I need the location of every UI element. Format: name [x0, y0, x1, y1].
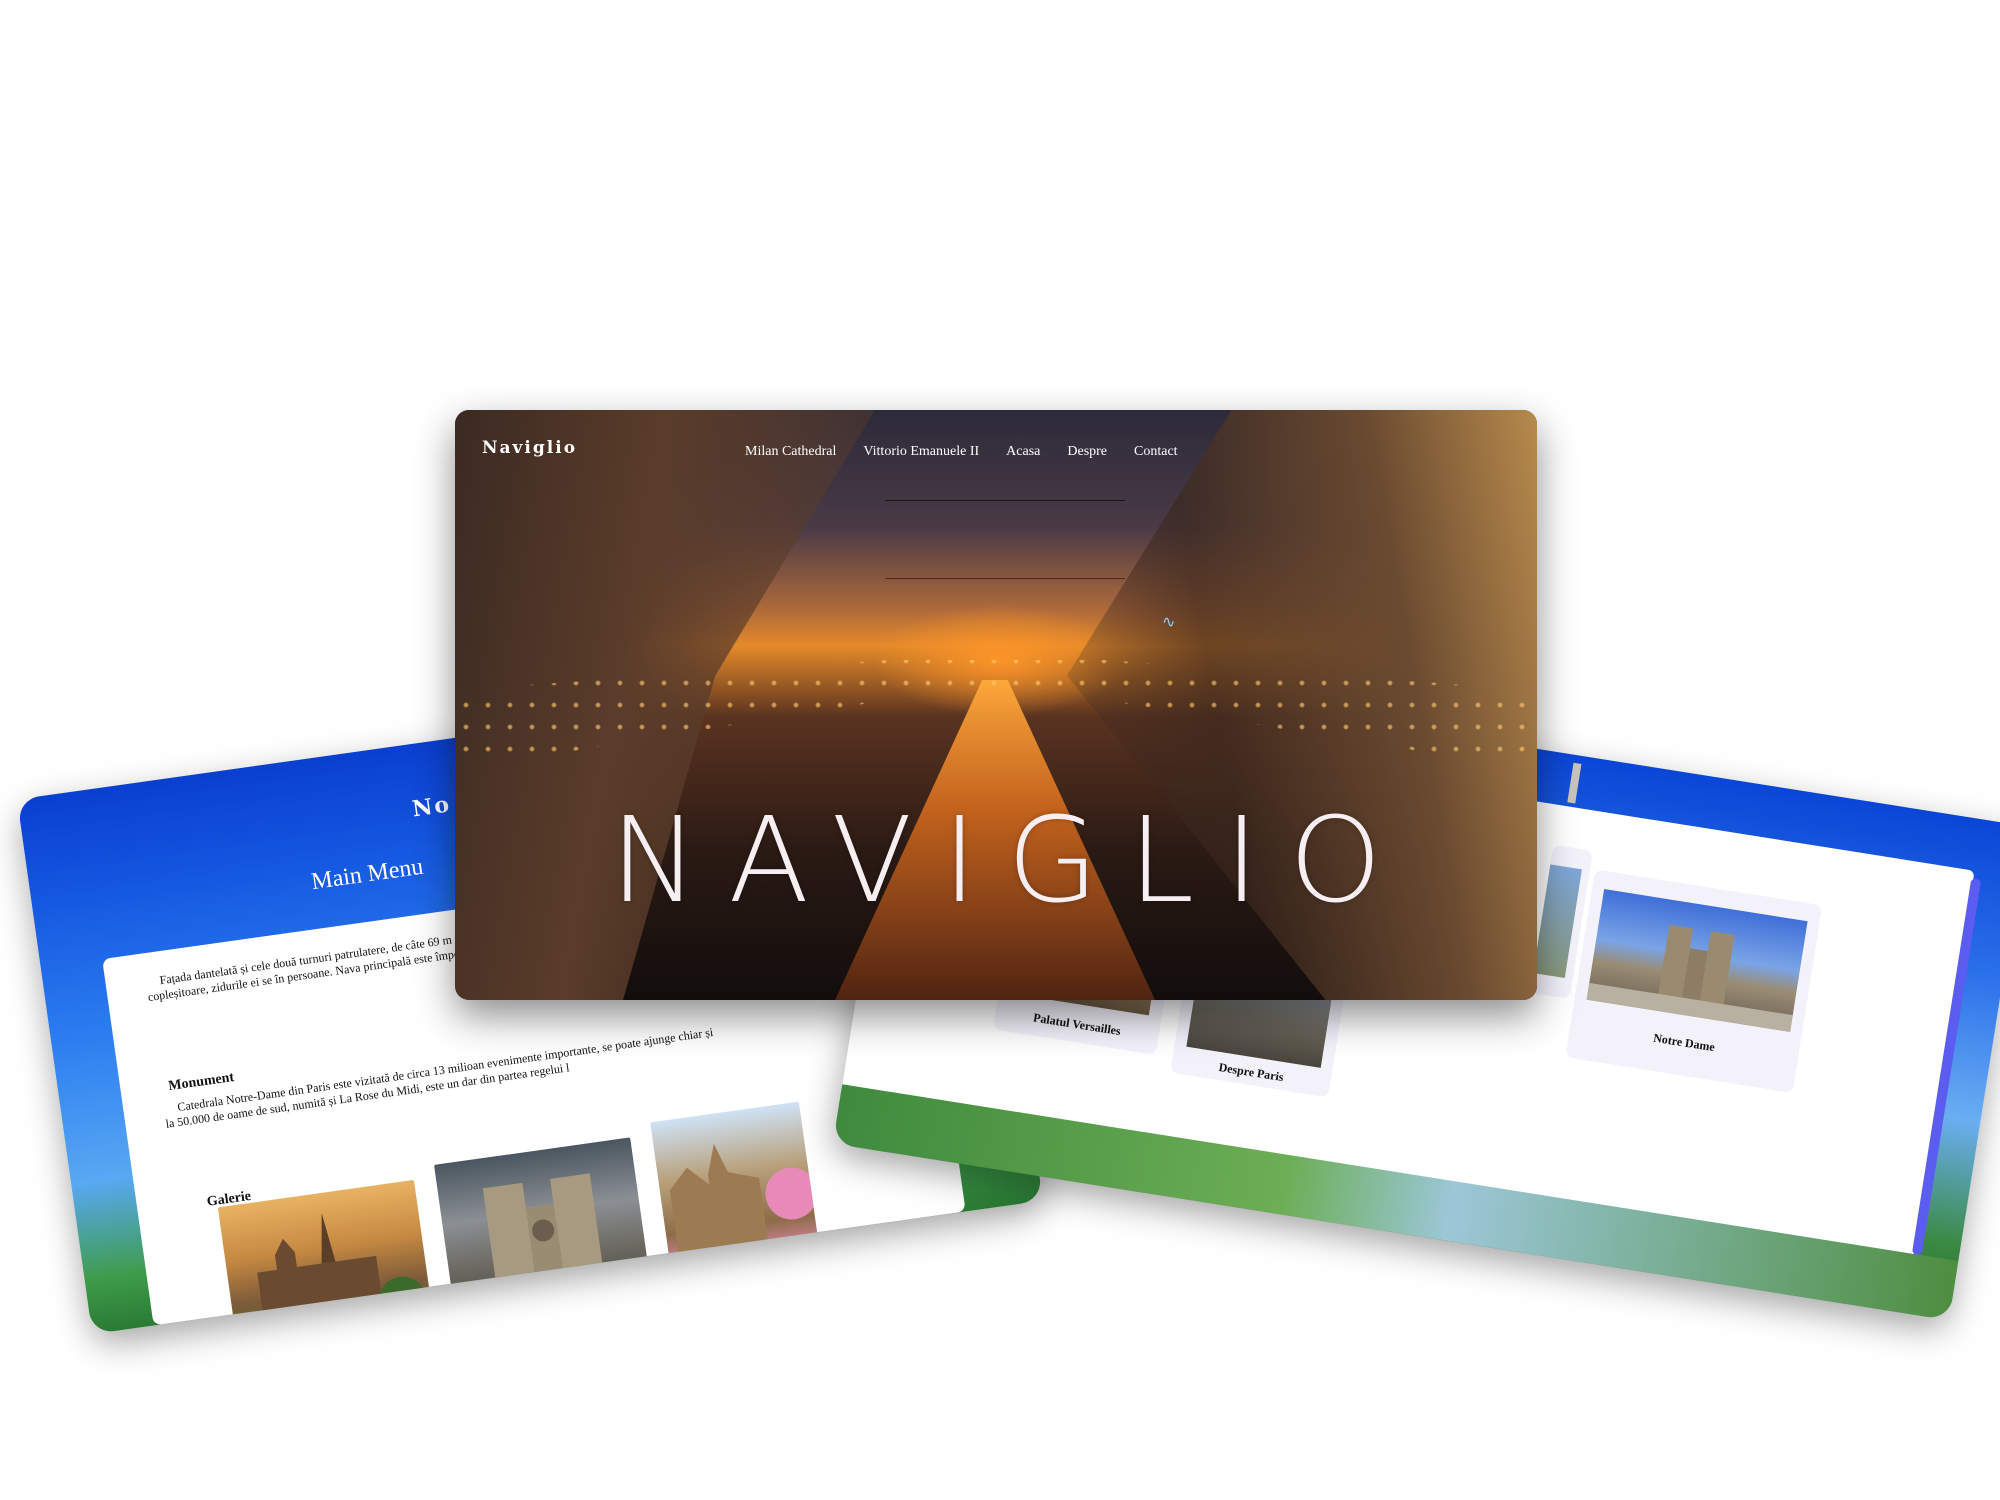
tower-icon: [1567, 762, 1582, 804]
nav-link-despre[interactable]: Despre: [1067, 444, 1107, 459]
tile-image: [1533, 864, 1582, 978]
tile-notre-dame[interactable]: Notre Dame: [1565, 869, 1823, 1094]
overhead-wire: [885, 500, 1125, 501]
gallery-image-notre-dame-sunset[interactable]: [217, 1179, 436, 1335]
monument-heading: Monument: [167, 1070, 236, 1095]
notre-dame-silhouette: [1586, 924, 1793, 1032]
gallery-image-notre-dame-side[interactable]: [650, 1101, 820, 1273]
menu-item-main-menu[interactable]: Main Menu: [310, 854, 425, 895]
monument-paragraph: Catedrala Notre-Dame din Paris este vizi…: [164, 1024, 714, 1131]
gallery-image-notre-dame-facade[interactable]: [434, 1137, 652, 1316]
overhead-wire: [885, 578, 1125, 579]
wave-icon: ∿: [1162, 614, 1176, 631]
side-view-silhouette: [669, 1143, 818, 1260]
hero-headline: NAVIGLIO: [610, 791, 1412, 929]
naviglio-hero: ∿ Naviglio Milan Cathedral Vittorio Eman…: [455, 410, 1537, 1000]
brand-logo[interactable]: Naviglio: [482, 438, 577, 458]
cathedral-silhouette: [255, 1213, 427, 1335]
nav-link-acasa[interactable]: Acasa: [1006, 444, 1040, 459]
facade-silhouette: [482, 1173, 606, 1298]
site-title: No: [410, 791, 453, 823]
nav-link-vittorio-emanuele[interactable]: Vittorio Emanuele II: [863, 444, 979, 459]
notre-dame-image: [1586, 889, 1808, 1032]
nav-link-milan-cathedral[interactable]: Milan Cathedral: [745, 444, 836, 459]
nav-link-contact[interactable]: Contact: [1134, 444, 1178, 459]
top-nav: Milan Cathedral Vittorio Emanuele II Aca…: [745, 442, 1201, 460]
